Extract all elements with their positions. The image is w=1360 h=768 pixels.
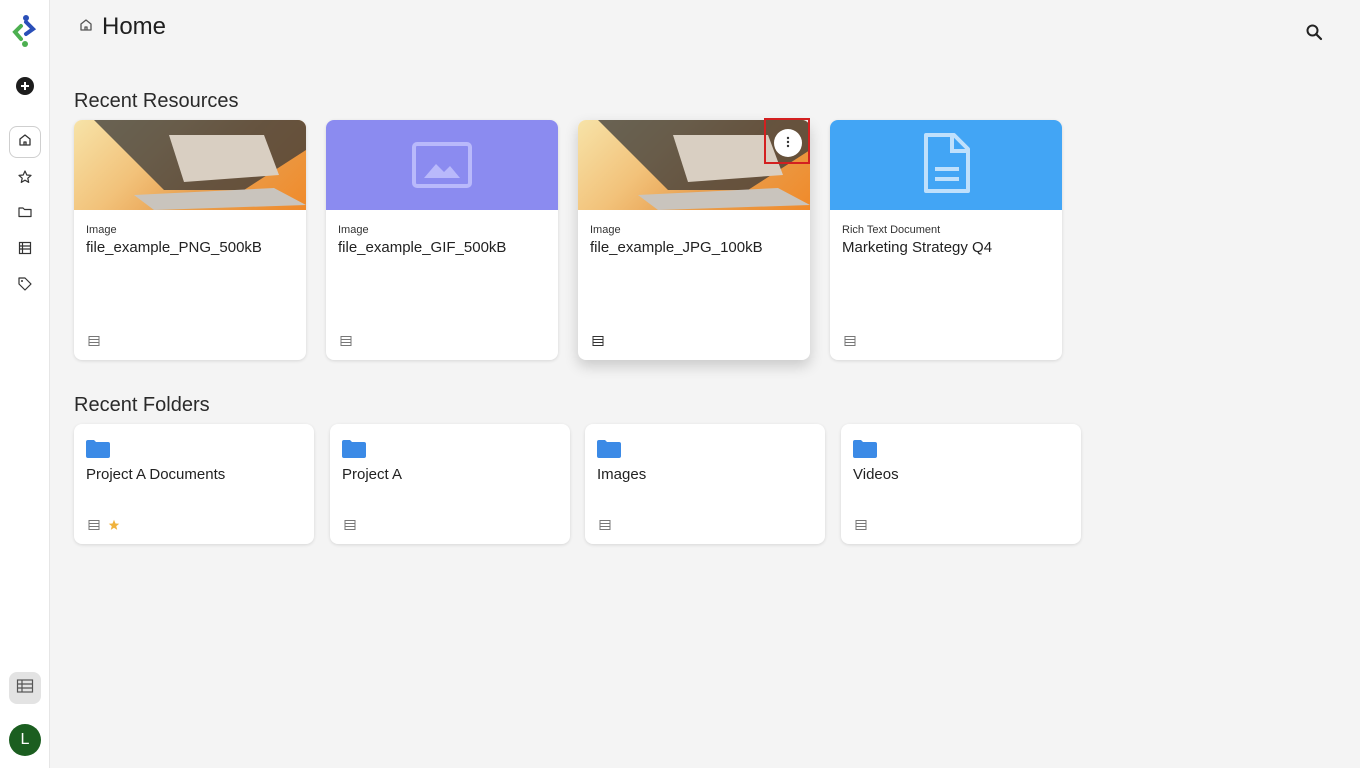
tag-icon	[17, 276, 33, 297]
search-button[interactable]	[1302, 22, 1326, 46]
resource-card[interactable]: Rich Text Document Marketing Strategy Q4	[830, 120, 1062, 360]
folder-card[interactable]: Images	[585, 424, 825, 544]
app-logo[interactable]	[11, 14, 39, 48]
image-placeholder-icon	[412, 142, 472, 193]
sheets-button[interactable]	[9, 672, 41, 704]
sidebar-item-home[interactable]	[9, 126, 41, 158]
more-vert-icon	[786, 135, 790, 151]
resource-name: Marketing Strategy Q4	[842, 239, 993, 256]
folder-card[interactable]: Project A	[330, 424, 570, 544]
add-button[interactable]	[16, 77, 34, 95]
resource-thumbnail	[578, 120, 810, 210]
resource-thumbnail	[74, 120, 306, 210]
section-title-folders: Recent Folders	[74, 394, 210, 416]
folder-footer	[599, 518, 611, 536]
page-title: Home	[102, 13, 167, 40]
section-title-resources: Recent Resources	[74, 90, 239, 112]
resource-type: Image	[338, 224, 369, 236]
resource-name: file_example_PNG_500kB	[86, 239, 262, 256]
resource-type: Image	[86, 224, 117, 236]
sidebar-item-tags[interactable]	[9, 270, 41, 302]
list-icon	[592, 334, 604, 352]
breadcrumb: Home	[78, 12, 166, 42]
folder-footer	[344, 518, 356, 536]
resource-card[interactable]: Image file_example_JPG_100kB	[578, 120, 810, 360]
resource-name: file_example_GIF_500kB	[338, 239, 507, 256]
list-icon	[844, 334, 856, 352]
folder-icon	[17, 204, 33, 225]
search-icon	[1305, 23, 1323, 46]
folder-footer	[855, 518, 867, 536]
sidebar-item-resources[interactable]	[9, 234, 41, 266]
avatar[interactable]: L	[9, 724, 41, 756]
folder-name: Project A Documents	[86, 466, 226, 483]
folder-name: Videos	[853, 466, 899, 483]
list-icon	[17, 240, 33, 261]
table-icon	[16, 678, 34, 699]
list-icon	[855, 518, 867, 536]
list-icon	[88, 334, 100, 352]
folder-card[interactable]: Project A Documents	[74, 424, 314, 544]
document-icon	[922, 133, 970, 200]
star-icon	[108, 518, 120, 536]
resource-thumbnail	[830, 120, 1062, 210]
list-icon	[88, 518, 100, 536]
folder-icon	[342, 440, 366, 463]
folder-footer	[88, 518, 120, 536]
folder-name: Images	[597, 466, 647, 483]
home-icon	[78, 17, 94, 38]
list-icon	[344, 518, 356, 536]
list-icon	[599, 518, 611, 536]
more-options-button[interactable]	[774, 129, 802, 157]
resource-type: Rich Text Document	[842, 224, 941, 236]
folder-card[interactable]: Videos	[841, 424, 1081, 544]
resource-thumbnail	[326, 120, 558, 210]
sidebar: L	[0, 0, 50, 768]
sidebar-item-folders[interactable]	[9, 198, 41, 230]
sidebar-item-favorites[interactable]	[9, 163, 41, 195]
folder-icon	[853, 440, 877, 463]
home-icon	[17, 132, 33, 153]
list-icon	[340, 334, 352, 352]
resource-card[interactable]: Image file_example_PNG_500kB	[74, 120, 306, 360]
folder-icon	[86, 440, 110, 463]
resource-type: Image	[590, 224, 621, 236]
star-icon	[17, 169, 33, 190]
resource-card[interactable]: Image file_example_GIF_500kB	[326, 120, 558, 360]
folder-name: Project A	[342, 466, 403, 483]
resource-name: file_example_JPG_100kB	[590, 239, 763, 256]
avatar-initial: L	[20, 731, 30, 748]
folder-icon	[597, 440, 621, 463]
